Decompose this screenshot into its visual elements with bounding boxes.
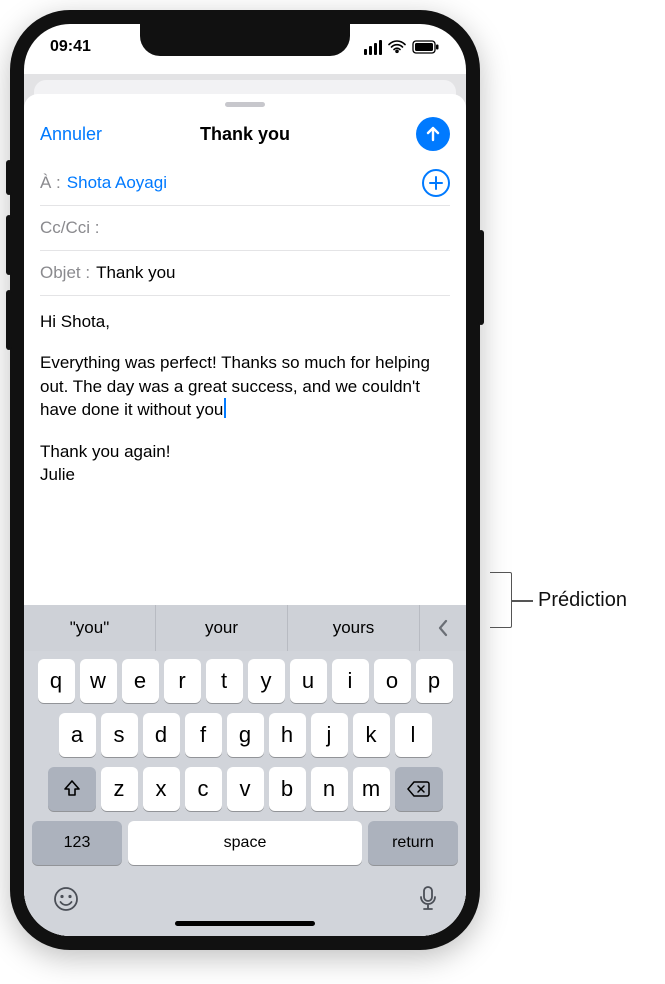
body-thanks: Thank you again! [40, 440, 450, 463]
notch [140, 24, 350, 56]
key-x[interactable]: x [143, 767, 180, 811]
key-r[interactable]: r [164, 659, 201, 703]
key-n[interactable]: n [311, 767, 348, 811]
key-b[interactable]: b [269, 767, 306, 811]
cellular-signal-icon [364, 40, 382, 55]
compose-title: Thank you [200, 124, 290, 145]
to-field-row[interactable]: À : Shota Aoyagi [40, 161, 450, 206]
key-v[interactable]: v [227, 767, 264, 811]
arrow-up-icon [424, 125, 442, 143]
cc-bcc-field-row[interactable]: Cc/Cci : [40, 206, 450, 251]
message-body[interactable]: Hi Shota, Everything was perfect! Thanks… [24, 296, 466, 605]
annotation-label: Prédiction [538, 589, 627, 612]
dictation-button[interactable] [418, 885, 438, 913]
wifi-icon [388, 40, 406, 54]
keyboard-row-4: 123 space return [28, 821, 462, 865]
key-l[interactable]: l [395, 713, 432, 757]
side-button-volume-down [6, 290, 12, 350]
key-z[interactable]: z [101, 767, 138, 811]
cancel-button[interactable]: Annuler [40, 124, 102, 145]
status-indicators [364, 40, 440, 55]
key-p[interactable]: p [416, 659, 453, 703]
side-button-volume-up [6, 215, 12, 275]
prediction-collapse-button[interactable] [420, 605, 466, 651]
space-key[interactable]: space [128, 821, 362, 865]
key-m[interactable]: m [353, 767, 390, 811]
return-key[interactable]: return [368, 821, 458, 865]
backspace-icon [407, 780, 431, 798]
sheet-grabber[interactable] [225, 102, 265, 107]
smiley-icon [52, 885, 80, 913]
key-w[interactable]: w [80, 659, 117, 703]
bracket-icon [490, 572, 512, 628]
key-y[interactable]: y [248, 659, 285, 703]
key-d[interactable]: d [143, 713, 180, 757]
key-i[interactable]: i [332, 659, 369, 703]
subject-label: Objet : [40, 263, 90, 283]
prediction-3[interactable]: yours [288, 605, 420, 651]
key-c[interactable]: c [185, 767, 222, 811]
shift-icon [62, 779, 82, 799]
compose-nav-bar: Annuler Thank you [24, 111, 466, 161]
phone-frame: 09:41 Annuler [10, 10, 480, 950]
key-j[interactable]: j [311, 713, 348, 757]
microphone-icon [418, 885, 438, 913]
key-s[interactable]: s [101, 713, 138, 757]
side-button-silent [6, 160, 12, 195]
keyboard: "you" your yours q w e r t [24, 605, 466, 936]
plus-icon [428, 175, 444, 191]
keyboard-row-1: q w e r t y u i o p [28, 659, 462, 703]
chevron-left-icon [436, 618, 450, 638]
text-cursor [224, 398, 226, 418]
cc-bcc-label: Cc/Cci : [40, 218, 100, 238]
annotation-callout: Prédiction [490, 572, 627, 628]
to-label: À : [40, 173, 61, 193]
key-t[interactable]: t [206, 659, 243, 703]
key-q[interactable]: q [38, 659, 75, 703]
subject-value: Thank you [96, 263, 450, 283]
status-time: 09:41 [50, 38, 91, 56]
key-u[interactable]: u [290, 659, 327, 703]
body-greeting: Hi Shota, [40, 310, 450, 333]
key-o[interactable]: o [374, 659, 411, 703]
key-a[interactable]: a [59, 713, 96, 757]
prediction-bar: "you" your yours [24, 605, 466, 651]
recipient-chip[interactable]: Shota Aoyagi [67, 173, 167, 193]
home-indicator[interactable] [175, 921, 315, 926]
subject-field-row[interactable]: Objet : Thank you [40, 251, 450, 296]
shift-key[interactable] [48, 767, 96, 811]
prediction-2[interactable]: your [156, 605, 288, 651]
numbers-key[interactable]: 123 [32, 821, 122, 865]
body-signature: Julie [40, 463, 450, 486]
backspace-key[interactable] [395, 767, 443, 811]
keyboard-row-3: z x c v b n m [28, 767, 462, 811]
keyboard-row-2: a s d f g h j k l [28, 713, 462, 757]
send-button[interactable] [416, 117, 450, 151]
side-button-power [478, 230, 484, 325]
compose-sheet: Annuler Thank you À : Shota Aoyagi [24, 94, 466, 936]
body-main-paragraph: Everything was perfect! Thanks so much f… [40, 351, 450, 421]
emoji-button[interactable] [52, 885, 80, 913]
key-h[interactable]: h [269, 713, 306, 757]
keyboard-toolbar [24, 879, 466, 913]
battery-icon [412, 40, 440, 54]
key-k[interactable]: k [353, 713, 390, 757]
key-e[interactable]: e [122, 659, 159, 703]
add-contact-button[interactable] [422, 169, 450, 197]
key-g[interactable]: g [227, 713, 264, 757]
key-f[interactable]: f [185, 713, 222, 757]
prediction-1[interactable]: "you" [24, 605, 156, 651]
